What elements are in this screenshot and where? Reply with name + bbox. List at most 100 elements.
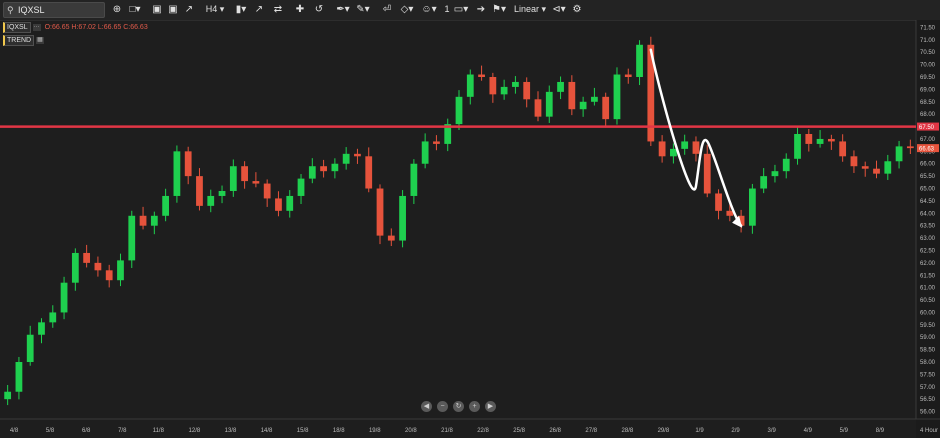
candle-body xyxy=(105,270,113,281)
candle-body xyxy=(715,193,722,211)
candle-body xyxy=(692,141,700,154)
y-tick-label: 63.00 xyxy=(920,236,936,242)
candle-body xyxy=(286,195,294,211)
candle-type-icon[interactable]: ▮▾ xyxy=(234,2,248,17)
y-tick-label: 56.00 xyxy=(920,410,936,416)
gear-icon[interactable]: ⚙ xyxy=(570,2,584,17)
tag-icon[interactable]: ⚑▾ xyxy=(490,2,508,17)
y-tick-label: 71.50 xyxy=(920,25,936,31)
y-tick-label: 58.50 xyxy=(920,348,936,354)
toolbar: ⚲ IQXSL ⊕ □▾ ▣ ▣ ↗ H4 ▾ ▮▾ ↗ ⇄ ✚ ↺ ✒▾ ✎▾… xyxy=(0,0,940,21)
image-icon[interactable]: ▣ xyxy=(166,2,180,17)
link-icon[interactable]: ➔ xyxy=(474,2,488,17)
x-tick-label: 14/8 xyxy=(261,428,273,434)
price-chart[interactable]: 56.00 56.50 57.00 57.50 58.00 58.50 59.00 59.50… xyxy=(0,20,940,438)
level-price-label: 67.50 xyxy=(919,125,935,131)
share-network-icon[interactable]: ⊲▾ xyxy=(550,2,568,17)
indicators-icon[interactable]: ⇄ xyxy=(270,2,286,17)
line-tool-icon[interactable]: ↗ xyxy=(252,2,266,17)
x-tick-label: 28/8 xyxy=(622,428,634,434)
y-tick-label: 71.00 xyxy=(920,38,936,44)
zoom-in-icon[interactable]: + xyxy=(469,401,480,412)
x-tick-label: 2/9 xyxy=(731,428,740,434)
y-tick-label: 70.50 xyxy=(920,50,936,56)
x-tick-label: 3/9 xyxy=(768,428,777,434)
search-icon: ⚲ xyxy=(7,5,14,15)
y-tick-label: 64.50 xyxy=(920,199,936,205)
candle-body xyxy=(331,163,339,172)
candle-body xyxy=(760,176,768,189)
symbol-search[interactable]: ⚲ IQXSL xyxy=(3,2,105,18)
candle-body xyxy=(308,166,316,179)
candle-body xyxy=(49,312,57,323)
candle-body xyxy=(466,74,474,97)
y-tick-label: 57.50 xyxy=(920,372,936,378)
x-tick-label: 20/8 xyxy=(405,428,417,434)
x-tick-label: 26/8 xyxy=(549,428,561,434)
y-tick-label: 56.50 xyxy=(920,397,936,403)
y-tick-label: 60.50 xyxy=(920,298,936,304)
brush-icon[interactable]: ✎▾ xyxy=(354,2,372,17)
scroll-left-icon[interactable]: ◀ xyxy=(421,401,432,412)
zoom-out-icon[interactable]: − xyxy=(437,401,448,412)
candle-body xyxy=(568,81,576,110)
candle-body xyxy=(827,138,835,142)
new-page-icon[interactable]: □▾ xyxy=(126,2,144,17)
share-icon[interactable]: ↗ xyxy=(182,2,196,17)
crosshair-icon[interactable]: ✚ xyxy=(292,2,308,17)
candle-body xyxy=(624,74,632,77)
x-tick-label: 13/8 xyxy=(225,428,237,434)
add-icon[interactable]: ⊕ xyxy=(110,2,124,17)
candle-body xyxy=(478,74,485,77)
x-tick-label: 12/8 xyxy=(189,428,201,434)
ruler-icon[interactable]: ⏎ xyxy=(380,2,394,17)
candle-body xyxy=(117,260,124,281)
x-tick-label: 11/8 xyxy=(153,428,165,434)
y-tick-label: 66.00 xyxy=(920,162,936,168)
candle-body xyxy=(591,96,598,102)
candle-body xyxy=(512,81,519,87)
shapes-icon[interactable]: ◇▾ xyxy=(398,2,416,17)
candle-body xyxy=(252,181,260,184)
x-tick-label: 22/8 xyxy=(477,428,489,434)
save-icon[interactable]: ▣ xyxy=(150,2,164,17)
candle-body xyxy=(873,168,880,174)
candle-body xyxy=(399,195,406,241)
x-tick-label: 29/8 xyxy=(658,428,670,434)
y-tick-label: 58.00 xyxy=(920,360,936,366)
y-tick-label: 59.00 xyxy=(920,335,936,341)
candle-body xyxy=(94,262,102,271)
candle-body xyxy=(60,282,68,313)
replay-icon[interactable]: ↺ xyxy=(312,2,326,17)
candle-body xyxy=(15,362,23,392)
pen-icon[interactable]: ✒▾ xyxy=(334,2,352,17)
candle-body xyxy=(794,134,801,159)
candle-body xyxy=(805,134,813,144)
color-picker-icon[interactable]: ▭▾ xyxy=(452,2,470,17)
candle-body xyxy=(387,235,395,241)
candle-body xyxy=(895,146,903,162)
x-tick-label: 5/9 xyxy=(840,428,849,434)
reset-view-icon[interactable]: ↻ xyxy=(453,401,464,412)
scale-select[interactable]: Linear ▾ xyxy=(512,2,548,17)
x-tick-label: 21/8 xyxy=(441,428,453,434)
candle-body xyxy=(748,188,756,226)
candle-body xyxy=(670,148,677,157)
candle-body xyxy=(816,138,824,144)
scale-value: Linear xyxy=(513,4,539,14)
y-tick-label: 62.00 xyxy=(920,261,936,267)
candle-body xyxy=(557,81,564,92)
x-tick-label: 8/9 xyxy=(876,428,885,434)
x-tick-label: 19/8 xyxy=(369,428,381,434)
emoji-icon[interactable]: ☺▾ xyxy=(420,2,438,17)
scroll-right-icon[interactable]: ▶ xyxy=(485,401,496,412)
y-tick-label: 70.00 xyxy=(920,63,936,69)
candle-body xyxy=(703,153,711,194)
candle-body xyxy=(173,151,181,196)
candle-body xyxy=(83,252,91,263)
y-tick-label: 59.50 xyxy=(920,323,936,329)
timeframe-select[interactable]: H4 ▾ xyxy=(202,2,228,17)
x-tick-label: 1/9 xyxy=(695,428,704,434)
line-width-value[interactable]: 1 xyxy=(442,2,452,17)
candle-body xyxy=(579,101,587,110)
